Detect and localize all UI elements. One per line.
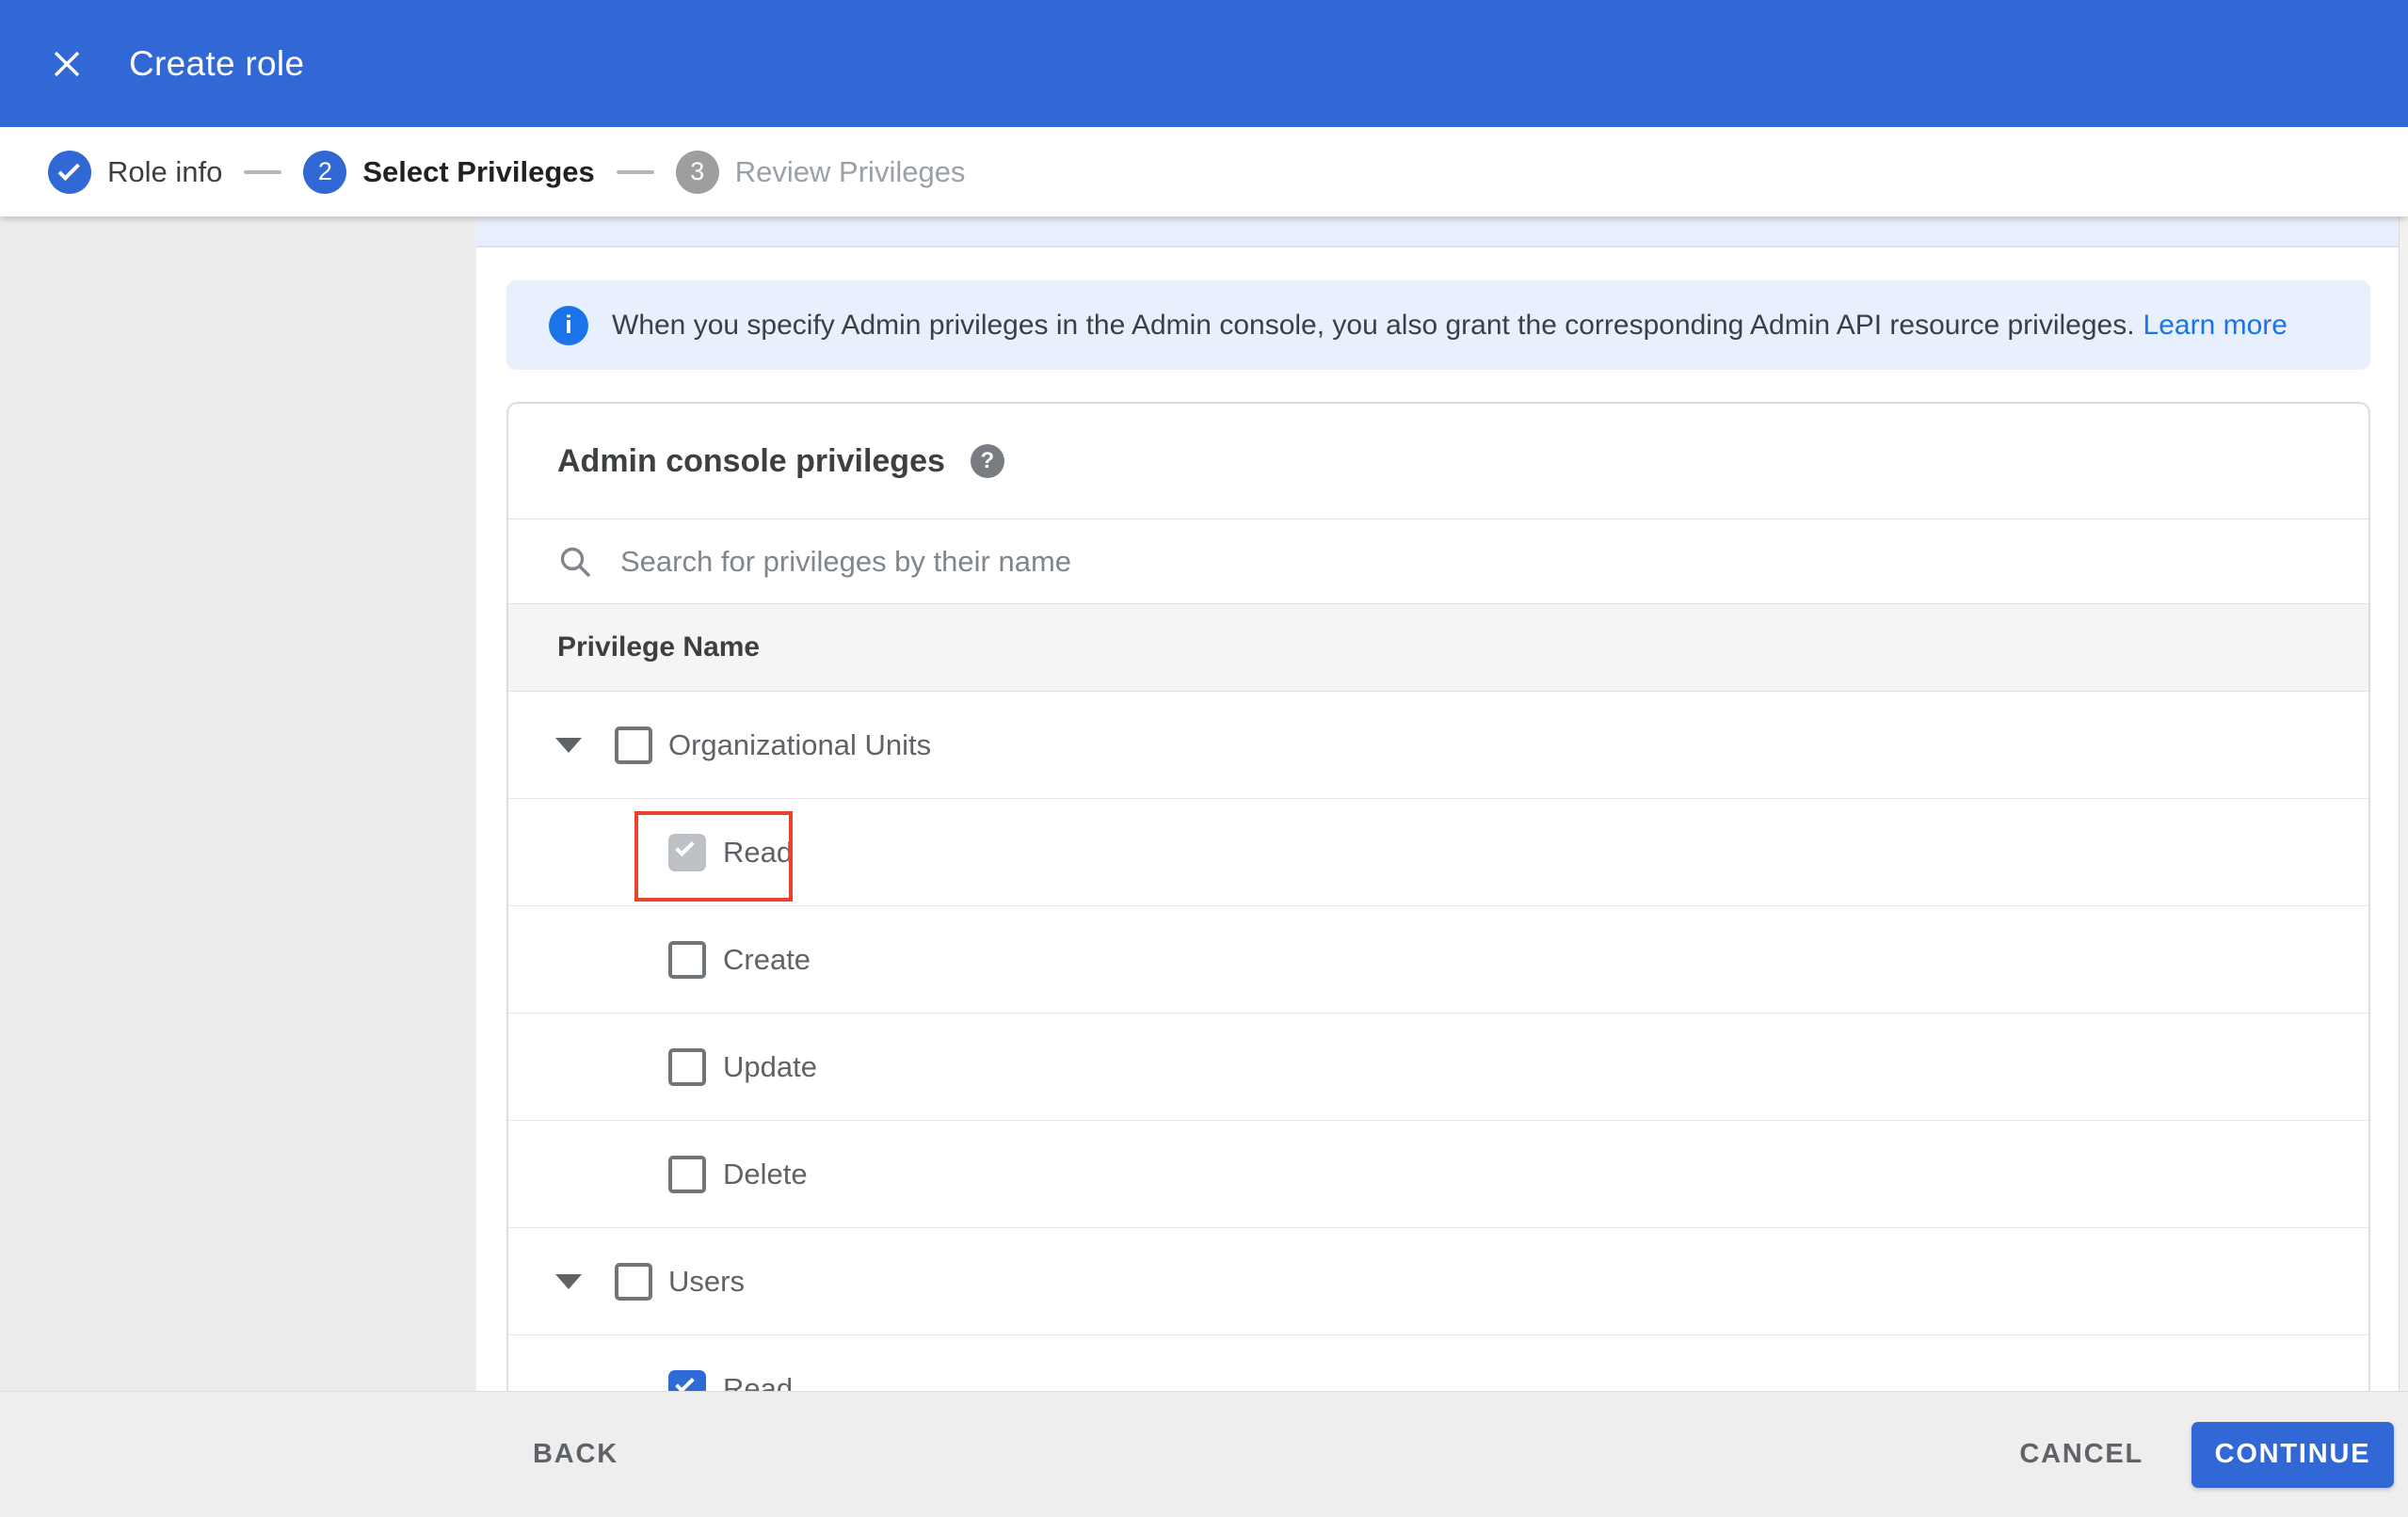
wizard-stepper: Role info 2 Select Privileges 3 Review P…: [0, 127, 2408, 216]
table-row-users-read: Read: [508, 1335, 2368, 1391]
stepper-connector: [244, 169, 282, 174]
dialog-header: Create role: [0, 0, 2408, 127]
checkbox-read-checked[interactable]: [668, 833, 706, 871]
action-bar: BACK CANCEL CONTINUE: [0, 1391, 2408, 1517]
table-row-org-units-delete: Delete: [508, 1121, 2368, 1228]
info-banner: i When you specify Admin privileges in t…: [506, 280, 2370, 370]
checkbox-organizational-units[interactable]: [615, 726, 652, 764]
step-label: Role info: [107, 154, 223, 188]
privilege-label: Users: [668, 1264, 745, 1298]
action-bar-right: CANCEL CONTINUE: [2019, 1421, 2408, 1488]
vertical-scrollbar[interactable]: [2399, 216, 2408, 1391]
privilege-label: Read: [723, 835, 794, 869]
step-label: Review Privileges: [734, 154, 966, 188]
privilege-search-row: [508, 519, 2368, 603]
dialog-body: i When you specify Admin privileges in t…: [0, 216, 2408, 1391]
table-header-row: Privilege Name: [508, 603, 2368, 692]
checkbox-users[interactable]: [615, 1262, 652, 1301]
column-header-privilege-name: Privilege Name: [557, 631, 761, 663]
table-row-org-units-update: Update: [508, 1014, 2368, 1121]
privilege-label: Update: [723, 1049, 817, 1083]
collapse-caret-icon[interactable]: [555, 737, 582, 753]
table-row-org-units-read: Read: [508, 799, 2368, 906]
info-icon: i: [549, 305, 588, 345]
continue-button[interactable]: CONTINUE: [2191, 1421, 2394, 1488]
stepper-step-select-privileges[interactable]: 2 Select Privileges: [303, 150, 595, 194]
help-icon[interactable]: ?: [970, 444, 1004, 478]
stepper-step-review-privileges[interactable]: 3 Review Privileges: [675, 150, 966, 194]
card-title: Admin console privileges: [557, 442, 945, 479]
search-icon: [560, 547, 590, 577]
collapse-caret-icon[interactable]: [555, 1273, 582, 1289]
table-row-organizational-units: Organizational Units: [508, 692, 2368, 799]
card-title-row: Admin console privileges ?: [508, 404, 2368, 519]
cancel-button[interactable]: CANCEL: [2019, 1439, 2143, 1470]
privilege-label: Create: [723, 942, 811, 976]
step-number-badge: 2: [303, 150, 347, 194]
stepper-connector: [616, 169, 654, 174]
checkbox-users-read-checked[interactable]: [668, 1369, 706, 1391]
checkbox-update[interactable]: [668, 1047, 706, 1086]
step-number-badge: 3: [675, 150, 719, 194]
checkbox-delete[interactable]: [668, 1155, 706, 1193]
back-button[interactable]: BACK: [533, 1439, 618, 1470]
stepper-step-role-info[interactable]: Role info: [48, 150, 223, 194]
page-title: Create role: [129, 43, 305, 83]
privilege-search-input[interactable]: [620, 544, 1938, 579]
close-icon[interactable]: [46, 43, 88, 85]
privilege-label: Read: [723, 1371, 794, 1392]
privilege-label: Organizational Units: [668, 727, 932, 761]
learn-more-link[interactable]: Learn more: [2143, 310, 2288, 342]
create-role-dialog: Create role Role info 2 Select Privilege…: [0, 0, 2408, 1517]
left-panel: [0, 216, 476, 1391]
step-completed-check-icon: [48, 150, 91, 194]
privileges-pane: i When you specify Admin privileges in t…: [476, 216, 2408, 1391]
banner-text: When you specify Admin privileges in the…: [612, 309, 2135, 341]
privilege-label: Delete: [723, 1157, 808, 1190]
table-row-org-units-create: Create: [508, 906, 2368, 1014]
scrolled-section-edge: [476, 216, 2399, 248]
x-icon: [54, 51, 80, 76]
admin-console-privileges-card: Admin console privileges ? Privilege Nam…: [506, 402, 2370, 1391]
step-label: Select Privileges: [362, 154, 595, 188]
table-row-users: Users: [508, 1228, 2368, 1335]
checkbox-create[interactable]: [668, 940, 706, 979]
